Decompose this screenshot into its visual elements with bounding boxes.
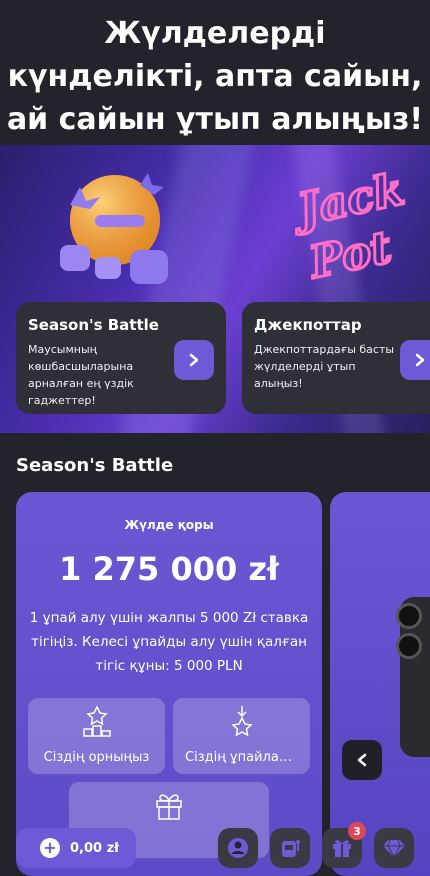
prize-pool-label: Жүлде қоры xyxy=(124,518,214,532)
deposit-button[interactable]: + 0,00 zł xyxy=(16,828,136,868)
user-icon xyxy=(228,838,248,858)
prize-pool-amount: 1 275 000 zł xyxy=(59,550,279,588)
promo-card-title: Season's Battle xyxy=(28,316,159,334)
profile-button[interactable] xyxy=(218,828,258,868)
promo-card-text: Маусымның көшбасшыларына арналған ең үзд… xyxy=(28,343,134,407)
promo-open-button[interactable] xyxy=(174,340,214,380)
section-title: Season's Battle xyxy=(16,455,174,476)
promo-card-jackpots[interactable]: Джекпоттар Джекпоттардағы басты жүлделер… xyxy=(242,302,430,414)
gift-icon xyxy=(333,840,351,857)
slots-button[interactable] xyxy=(270,828,310,868)
star-arrow-icon xyxy=(230,706,253,737)
jackpot-neon-icon: Jack Pot xyxy=(285,162,410,282)
podium-star-icon xyxy=(82,705,111,737)
slot-machine-icon xyxy=(282,840,300,857)
gift-count-badge: 3 xyxy=(348,822,366,840)
vip-button[interactable] xyxy=(374,828,414,868)
chevron-right-icon xyxy=(415,353,425,367)
plus-icon: + xyxy=(40,838,60,858)
your-place-tile[interactable]: Сіздің орныңыз xyxy=(28,698,165,774)
thumbs-up-emoji-icon xyxy=(60,173,168,284)
your-points-tile[interactable]: Сіздің ұпайларыңыз xyxy=(173,698,310,774)
phone-prize-image xyxy=(396,597,430,757)
promo-card-title: Джекпоттар xyxy=(254,316,362,334)
balance-amount: 0,00 zł xyxy=(70,840,119,856)
promo-open-button[interactable] xyxy=(400,340,430,380)
promo-card-text: Джекпоттардағы басты жүлделерді ұтып алы… xyxy=(254,343,395,390)
chevron-left-icon xyxy=(357,753,367,767)
promo-card-season-battle[interactable]: Season's Battle Маусымның көшбасшыларына… xyxy=(16,302,226,414)
carousel-prev-button[interactable] xyxy=(342,740,382,780)
your-place-label: Сіздің орныңыз xyxy=(43,750,150,765)
your-points-label: Сіздің ұпайларыңыз xyxy=(185,750,298,765)
chevron-right-icon xyxy=(189,353,199,367)
diamond-icon xyxy=(383,839,405,859)
season-battle-card: Жүлде қоры 1 275 000 zł 1 ұпай алу үшін … xyxy=(16,492,322,876)
gift-icon xyxy=(156,794,182,820)
next-prize-card[interactable] xyxy=(330,492,430,876)
svg-text:Jack: Jack xyxy=(287,164,409,238)
battle-description: 1 ұпай алу үшін жалпы 5 000 Zł ставка ті… xyxy=(29,610,309,674)
page-title: Жүлделерді күнделікті, апта сайын, ай са… xyxy=(6,16,424,137)
